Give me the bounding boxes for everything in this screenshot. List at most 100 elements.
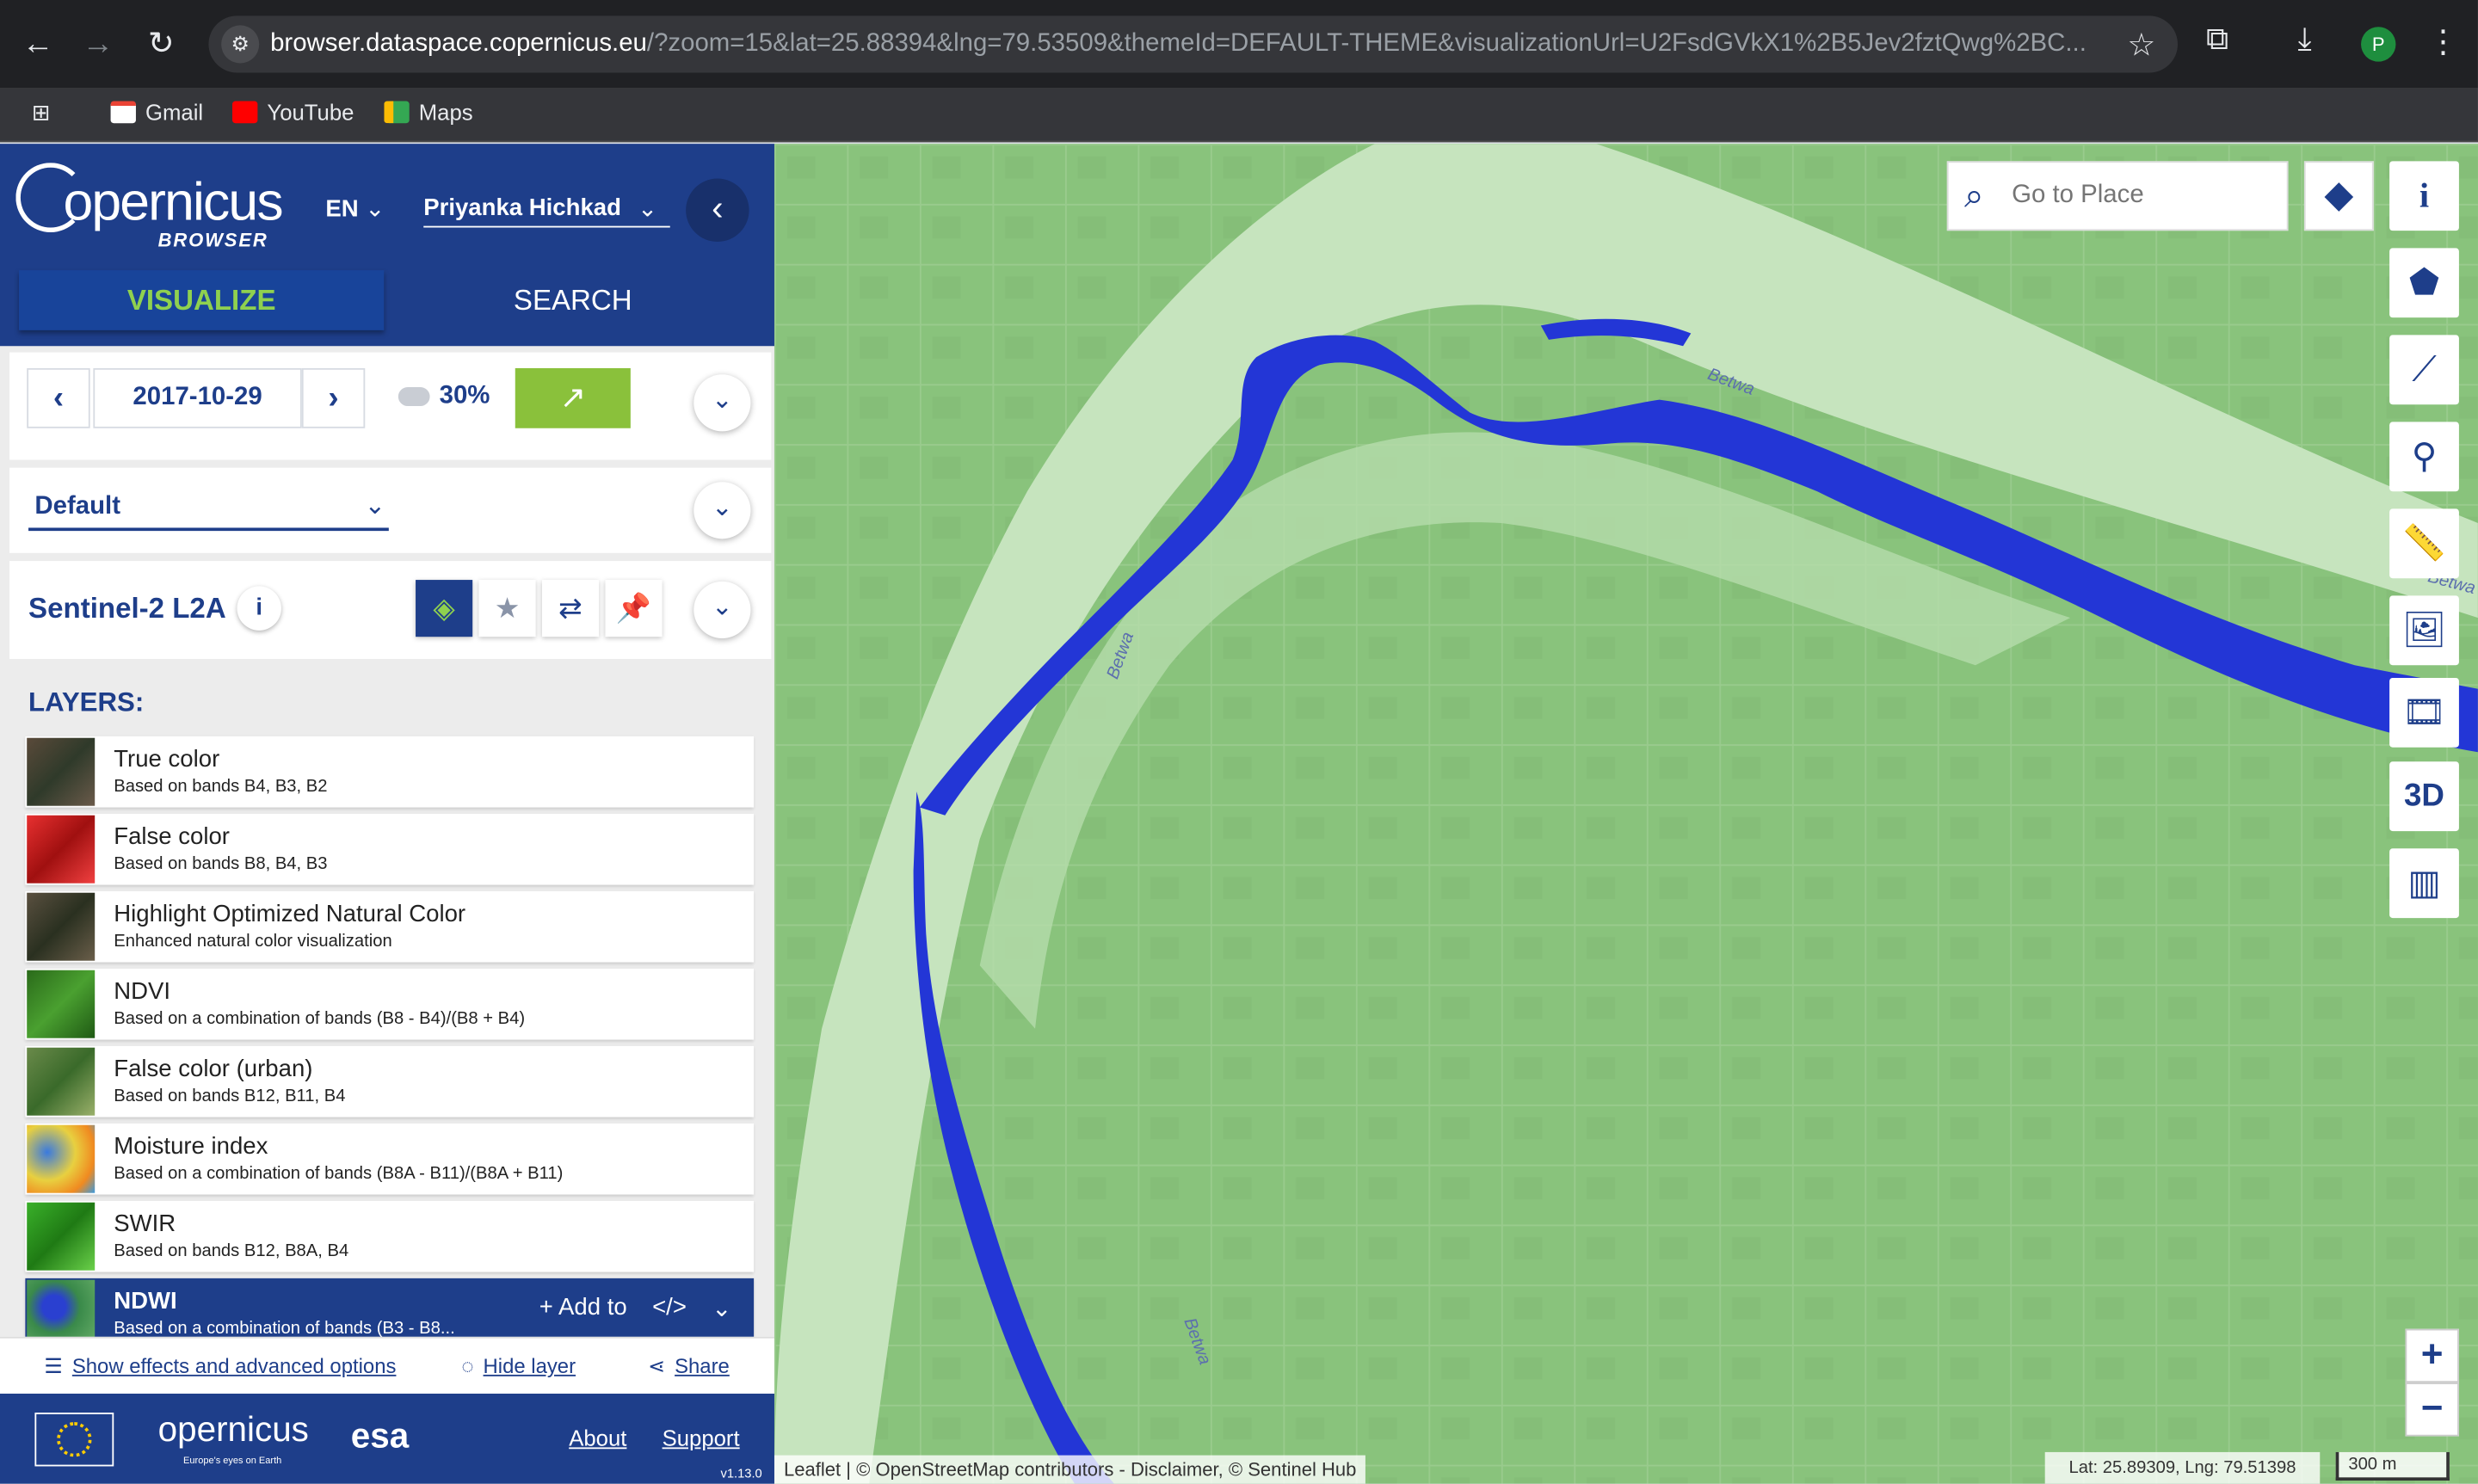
logo-ring-icon — [15, 163, 86, 232]
go-to-place-search[interactable]: ⌕ — [1946, 161, 2289, 231]
3d-button[interactable]: 3D — [2389, 761, 2459, 832]
browser-toolbar: ← → ↻ ⚙ browser.dataspace.copernicus.eu/… — [0, 0, 2478, 89]
layer-item[interactable]: False color Based on bands B8, B4, B3 — [25, 813, 755, 885]
collapse-panel-button[interactable]: ‹ — [686, 178, 749, 243]
footer-copernicus-logo[interactable]: opernicus — [158, 1409, 309, 1450]
version-label: v1.13.0 — [720, 1466, 762, 1481]
zoom-out-button[interactable]: − — [2405, 1382, 2459, 1437]
place-marker-button[interactable]: ⚲ — [2389, 422, 2459, 492]
line-icon: ⟋ — [2412, 348, 2437, 389]
map-attribution[interactable]: Leaflet | © OpenStreetMap contributors -… — [774, 1455, 1366, 1484]
theme-select[interactable]: Default ⌄ — [28, 487, 389, 532]
layer-thumbnail — [27, 815, 96, 884]
bookmarks-bar: ⊞ Gmail YouTube Maps — [0, 88, 2478, 143]
layer-item[interactable]: NDVI Based on a combination of bands (B8 … — [25, 968, 755, 1040]
satellite-imagery — [774, 144, 2478, 1484]
next-date-button[interactable]: › — [301, 367, 366, 428]
draw-polygon-button[interactable]: ⬟ — [2389, 248, 2459, 318]
layer-options-bar: ☰ Show effects and advanced options ◌ Hide… — [0, 1336, 774, 1394]
layers-icon[interactable]: ◈ — [416, 580, 473, 637]
back-icon[interactable]: ← — [15, 22, 59, 66]
forward-icon[interactable]: → — [76, 22, 120, 66]
scale-bar: 300 m — [2335, 1451, 2450, 1481]
layer-thumbnail — [27, 1279, 96, 1339]
map-view[interactable]: Betwa Betwa Betwa Betwa ⌕ ◆ i ⬟ ⟋ ⚲ 📏 🖼 … — [774, 144, 2478, 1484]
search-input[interactable] — [2012, 175, 2281, 217]
reload-icon[interactable]: ↻ — [139, 22, 183, 66]
zoom-in-button[interactable]: + — [2405, 1328, 2459, 1383]
pentagon-icon: ⬟ — [2408, 262, 2440, 302]
bookmark-youtube[interactable]: YouTube — [231, 100, 354, 125]
ruler-icon: 📏 — [2402, 522, 2446, 563]
tab-visualize[interactable]: VISUALIZE — [19, 270, 385, 330]
share-icon: ⋖ — [648, 1354, 666, 1378]
info-button[interactable]: i — [2389, 161, 2459, 231]
search-icon: ⌕ — [1964, 175, 1984, 215]
panel-header: opernicus BROWSER EN ⌄ Priyanka Hichkad … — [0, 144, 774, 347]
tab-search[interactable]: SEARCH — [391, 270, 755, 330]
copernicus-logo[interactable]: opernicus BROWSER — [15, 157, 284, 251]
dataset-info-button[interactable]: i — [237, 586, 281, 631]
layer-item[interactable]: Moisture index Based on a combination of … — [25, 1123, 755, 1195]
statistics-button[interactable]: ▥ — [2389, 848, 2459, 919]
dataset-card: Sentinel-2 L2A i ◈ ★ ⇄ 📌 ⌄ — [9, 561, 772, 659]
sliders-icon: ☰ — [44, 1354, 63, 1378]
search-date-button[interactable]: ↗ — [515, 367, 631, 428]
cursor-coordinates: Lat: 25.89309, Lng: 79.51398 — [2044, 1451, 2321, 1484]
url-text[interactable]: browser.dataspace.copernicus.eu/?zoom=15… — [270, 30, 2104, 58]
swap-icon[interactable]: ⇄ — [541, 580, 600, 637]
date-picker[interactable]: 2017-10-29 — [93, 367, 302, 428]
layer-item-selected[interactable]: NDWI Based on a combination of bands (B3… — [25, 1278, 755, 1339]
expand-date-button[interactable]: ⌄ — [693, 374, 751, 432]
about-link[interactable]: About — [569, 1426, 626, 1450]
layers-stack-icon: ◆ — [2324, 174, 2354, 217]
support-link[interactable]: Support — [663, 1426, 740, 1450]
expand-dataset-button[interactable]: ⌄ — [693, 581, 751, 639]
layer-item[interactable]: Highlight Optimized Natural Color Enhance… — [25, 890, 755, 963]
profile-avatar[interactable]: P — [2361, 27, 2396, 62]
layer-item[interactable]: SWIR Based on bands B12, B8A, B4 — [25, 1200, 755, 1272]
layer-thumbnail — [27, 892, 96, 961]
eye-slash-icon: ◌ — [461, 1354, 474, 1378]
map-layers-button[interactable]: ◆ — [2303, 161, 2374, 231]
star-icon[interactable]: ★ — [478, 580, 536, 637]
language-select[interactable]: EN ⌄ — [325, 194, 385, 223]
bookmark-gmail[interactable]: Gmail — [110, 100, 203, 125]
esa-logo[interactable]: esa — [351, 1416, 409, 1457]
date-card: ‹ 2017-10-29 › 30% ↗ ⌄ — [9, 352, 772, 460]
pin-icon[interactable]: 📌 — [605, 580, 663, 637]
extensions-icon[interactable]: ⧉ — [2206, 22, 2228, 58]
layer-thumbnail — [27, 1202, 96, 1271]
timelapse-button[interactable]: 🎞 — [2389, 677, 2459, 748]
add-to-button[interactable]: + Add to — [539, 1294, 627, 1322]
show-effects-link[interactable]: ☰ Show effects and advanced options — [44, 1354, 396, 1379]
bookmark-maps[interactable]: Maps — [384, 100, 473, 125]
menu-kebab-icon[interactable]: ⋮ — [2427, 22, 2459, 62]
hide-layer-link[interactable]: ◌ Hide layer — [461, 1354, 576, 1378]
screen: ← → ↻ ⚙ browser.dataspace.copernicus.eu/… — [0, 0, 2478, 1484]
dataset-title: Sentinel-2 L2A — [28, 592, 226, 625]
download-icon[interactable]: ⤓ — [2298, 22, 2312, 58]
draw-line-button[interactable]: ⟋ — [2389, 335, 2459, 405]
site-info-icon[interactable]: ⚙ — [221, 25, 260, 64]
panel-footer: opernicus Europe's eyes on Earth esa Abo… — [0, 1393, 774, 1484]
eu-flag-icon[interactable] — [34, 1413, 114, 1467]
bookmark-star-icon[interactable]: ☆ — [2127, 25, 2155, 65]
film-icon: 🎞 — [2401, 692, 2447, 732]
share-link[interactable]: ⋖ Share — [648, 1354, 730, 1379]
maps-icon — [384, 101, 410, 124]
image-download-button[interactable]: 🖼 — [2389, 595, 2459, 666]
apps-grid-icon[interactable]: ⊞ — [32, 100, 51, 126]
collapse-double-chevron-icon[interactable]: ⌄ — [712, 1294, 731, 1322]
cloud-coverage[interactable]: 30% — [398, 382, 490, 410]
code-icon[interactable]: </> — [652, 1294, 687, 1322]
prev-date-button[interactable]: ‹ — [27, 367, 90, 428]
expand-theme-button[interactable]: ⌄ — [693, 482, 751, 539]
measure-button[interactable]: 📏 — [2389, 508, 2459, 579]
layer-item[interactable]: False color (urban) Based on bands B12, B… — [25, 1045, 755, 1118]
plus-icon: + — [539, 1294, 553, 1321]
address-bar[interactable]: ⚙ browser.dataspace.copernicus.eu/?zoom=… — [208, 15, 2178, 73]
layers-heading: LAYERS: — [28, 687, 145, 717]
layer-item[interactable]: True color Based on bands B4, B3, B2 — [25, 736, 755, 808]
user-menu[interactable]: Priyanka Hichkad ⌄ — [423, 194, 670, 228]
